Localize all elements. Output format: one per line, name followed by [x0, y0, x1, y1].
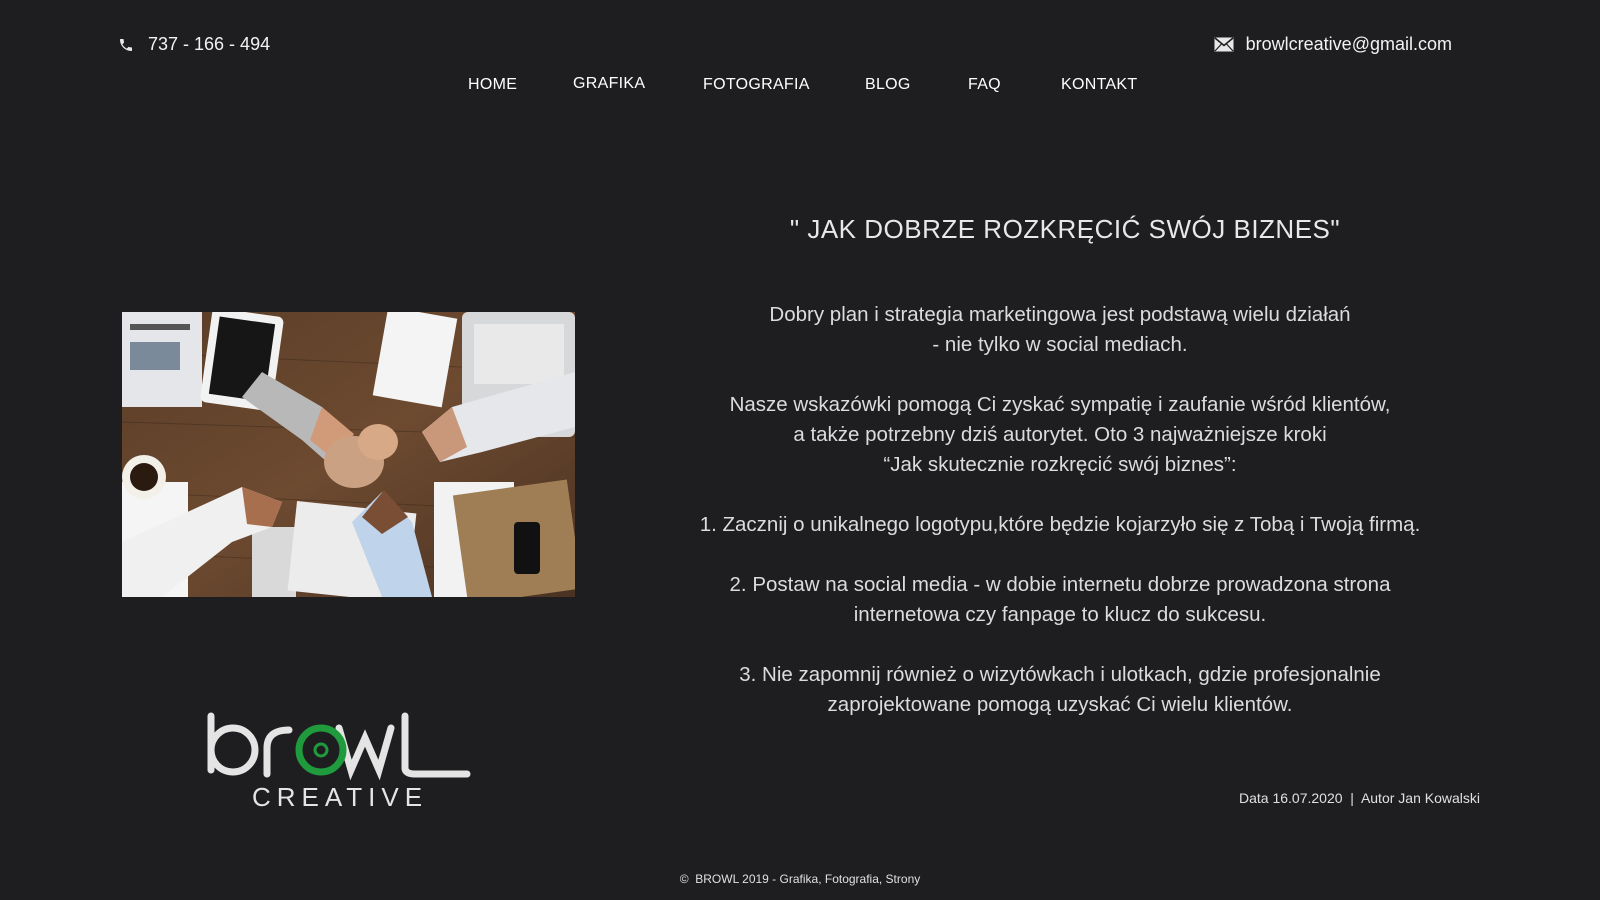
footer-copyright: © BROWL 2019 - Grafika, Fotografia, Stro… — [679, 872, 921, 886]
nav-faq[interactable]: FAQ — [968, 76, 1001, 94]
article-title: " JAK DOBRZE ROZKRĘCIĆ SWÓJ BIZNES" — [789, 214, 1341, 244]
article-step-1: 1. Zacznij o unikalnego logotypu,które b… — [699, 513, 1421, 536]
email-address: browlcreative@gmail.com — [1245, 34, 1452, 54]
article-step-2: 2. Postaw na social media - w dobie inte… — [640, 570, 1480, 630]
browl-creative-logo: CREATIVE — [205, 712, 475, 812]
step2-line1: 2. Postaw na social media - w dobie inte… — [729, 573, 1391, 596]
p2-line1: Nasze wskazówki pomogą Ci zyskać sympati… — [729, 393, 1391, 416]
phone-number: 737 - 166 - 494 — [148, 34, 271, 54]
phone-contact[interactable]: 737 - 166 - 494 — [118, 34, 270, 55]
logo-subtitle: CREATIVE — [252, 782, 428, 812]
article-meta: Data 16.07.2020 | Autor Jan Kowalski — [1238, 790, 1480, 806]
article-step-3: 3. Nie zapomnij również o wizytówkach i … — [640, 660, 1480, 720]
p2-line3: “Jak skutecznie rozkręcić swój biznes”: — [883, 453, 1237, 476]
step2-line2: internetowa czy fanpage to klucz do sukc… — [853, 603, 1267, 626]
top-bar: 737 - 166 - 494 browlcreative@gmail.com — [0, 28, 1600, 64]
nav-fotografia[interactable]: FOTOGRAFIA — [703, 76, 810, 94]
step3-line1: 3. Nie zapomnij również o wizytówkach i … — [739, 663, 1381, 686]
article-paragraph-1: Dobry plan i strategia marketingowa jest… — [640, 300, 1480, 360]
main-nav: HOME GRAFIKA FOTOGRAFIA BLOG FAQ KONTAKT — [0, 75, 1600, 100]
p2-line2: a także potrzebny dziś autorytet. Oto 3 … — [793, 423, 1327, 446]
nav-grafika[interactable]: GRAFIKA — [573, 75, 645, 93]
nav-blog[interactable]: BLOG — [865, 76, 911, 94]
email-contact[interactable]: browlcreative@gmail.com — [1214, 34, 1452, 55]
business-teamwork-photo — [122, 312, 575, 597]
nav-kontakt[interactable]: KONTAKT — [1061, 76, 1137, 94]
p1-line2: - nie tylko w social mediach. — [932, 333, 1188, 356]
step3-line2: zaprojektowane pomogą uzyskać Ci wielu k… — [827, 693, 1293, 716]
nav-home[interactable]: HOME — [468, 76, 517, 94]
p1-line1: Dobry plan i strategia marketingowa jest… — [769, 303, 1351, 326]
phone-icon — [118, 37, 134, 53]
envelope-icon — [1214, 37, 1234, 52]
article-paragraph-2: Nasze wskazówki pomogą Ci zyskać sympati… — [640, 390, 1480, 480]
